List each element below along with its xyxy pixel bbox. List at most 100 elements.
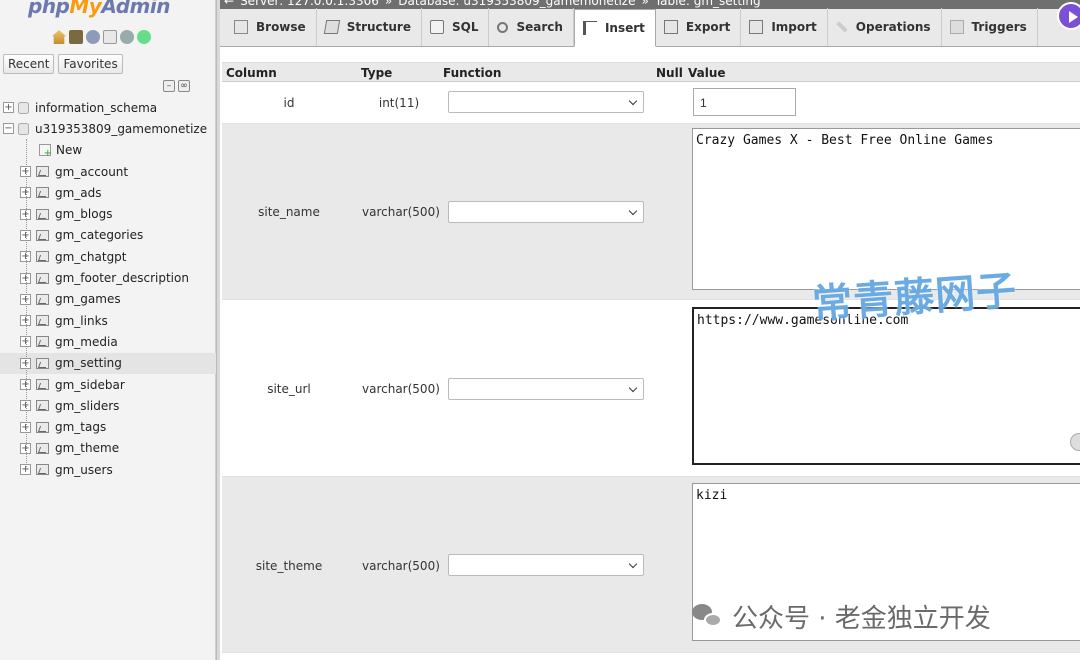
breadcrumb-separator: » [641,0,649,8]
table-icon [36,272,49,284]
sidebar-resizer[interactable] [216,0,220,660]
database-icon [18,101,29,114]
browse-icon [234,20,248,34]
table-item[interactable]: + gm_footer_description [0,267,216,288]
table-item[interactable]: + gm_setting [0,352,216,374]
home-icon[interactable] [52,30,66,44]
value-input[interactable]: 1 [693,88,796,116]
table-item[interactable]: + gm_links [0,310,216,331]
database-item[interactable]: + information_schema [0,97,216,118]
table-label[interactable]: gm_users [55,463,113,477]
tab-label: Import [771,20,817,34]
table-label[interactable]: gm_blogs [55,207,112,221]
tab-triggers[interactable]: Triggers [942,8,1038,46]
table-item[interactable]: + gm_theme [0,438,216,459]
table-label[interactable]: gm_tags [55,420,106,434]
reload-icon[interactable] [137,30,151,44]
table-label[interactable]: gm_links [55,314,108,328]
table-label[interactable]: gm_media [55,335,118,349]
favorites-button[interactable]: Favorites [58,54,123,74]
table-label[interactable]: gm_categories [55,228,143,242]
table-icon [36,357,49,369]
expand-icon[interactable]: + [3,102,14,114]
database-tree: + information_schema − u319353809_gamemonet… [0,97,216,480]
function-select[interactable] [448,91,644,113]
database-label[interactable]: information_schema [35,101,157,115]
function-select[interactable] [448,378,644,400]
phpmyadmin-logo[interactable]: phpMyAdmin [28,0,170,18]
collapse-icon[interactable]: − [3,123,14,135]
table-item[interactable]: + gm_games [0,289,216,310]
table-label[interactable]: gm_chatgpt [55,250,127,264]
breadcrumb-server[interactable]: Server: 127.0.0.1:3306 [240,0,379,8]
header-null: Null [656,66,683,80]
tab-operations[interactable]: Operations [828,8,942,46]
column-name: site_theme [255,559,323,573]
table-label[interactable]: gm_account [55,165,128,179]
export-icon [663,20,678,34]
structure-icon [323,20,340,34]
tab-browse[interactable]: Browse [226,8,317,46]
wechat-watermark: 公众号 · 老金独立开发 [692,598,991,635]
recent-button[interactable]: Recent [3,54,55,74]
tab-import[interactable]: Import [741,8,828,46]
function-select[interactable] [448,201,644,223]
table-icon [36,208,49,220]
table-label[interactable]: gm_games [55,292,121,306]
sql-icon [429,20,444,34]
table-item[interactable]: + gm_users [0,459,216,480]
form-header: Column Type Function Null Value [222,62,1080,82]
tab-insert[interactable]: Insert [573,9,656,47]
table-item[interactable]: + gm_blogs [0,203,216,224]
table-item[interactable]: + gm_sidebar [0,374,216,395]
collapse-all-icon[interactable]: – [163,80,175,92]
link-with-main-icon[interactable]: ∞ [178,80,190,92]
tab-structure[interactable]: Structure [317,8,422,46]
documentation-icon[interactable] [103,30,117,44]
back-arrow-icon[interactable]: ← [224,0,234,8]
table-label[interactable]: gm_sliders [55,399,119,413]
tab-label: Insert [604,21,645,35]
header-function: Function [443,66,502,80]
database-item[interactable]: − u319353809_gamemonetize [0,118,216,139]
table-icon [36,336,49,348]
value-textarea[interactable]: https://www.gamesonline.com [692,307,1080,465]
tab-sql[interactable]: SQL [422,8,490,46]
table-label[interactable]: gm_ads [55,186,102,200]
table-label[interactable]: gm_theme [55,441,119,455]
table-icon [36,293,49,305]
table-item[interactable]: + gm_tags [0,416,216,437]
logout-icon[interactable] [69,30,83,44]
table-label[interactable]: gm_sidebar [55,378,125,392]
column-name: site_url [267,382,311,396]
help-icon[interactable] [86,30,100,44]
wechat-watermark-text: 公众号 · 老金独立开发 [732,604,991,634]
database-icon [18,122,29,135]
settings-icon[interactable] [120,30,134,44]
tab-search[interactable]: Search [489,8,574,46]
table-item[interactable]: + gm_categories [0,225,216,246]
function-select[interactable] [448,554,644,576]
form-row-site-url: site_url varchar(500) https://www.gameso… [222,300,1080,477]
tab-export[interactable]: Export [656,8,742,46]
header-column: Column [226,66,277,80]
table-item[interactable]: + gm_media [0,331,216,352]
breadcrumb-table[interactable]: Table: gm_setting [655,0,761,8]
new-table-item[interactable]: New [0,140,216,161]
search-icon [497,21,509,33]
play-icon[interactable] [1057,2,1080,30]
breadcrumb-database[interactable]: Database: u319353809_gamemonetize [398,0,635,8]
table-item[interactable]: + gm_sliders [0,395,216,416]
table-icon [36,229,49,241]
table-label[interactable]: gm_footer_description [55,271,189,285]
table-item[interactable]: + gm_account [0,161,216,182]
table-icon [36,166,49,178]
new-table-label[interactable]: New [56,143,82,157]
database-label[interactable]: u319353809_gamemonetize [35,122,207,136]
navigation-sidebar: phpMyAdmin Recent Favorites – ∞ + informa… [0,0,216,660]
table-item[interactable]: + gm_chatgpt [0,246,216,267]
breadcrumb-separator: » [384,0,393,8]
table-item[interactable]: + gm_ads [0,182,216,203]
table-label[interactable]: gm_setting [55,356,122,370]
value-textarea[interactable]: Crazy Games X - Best Free Online Games [692,128,1080,290]
